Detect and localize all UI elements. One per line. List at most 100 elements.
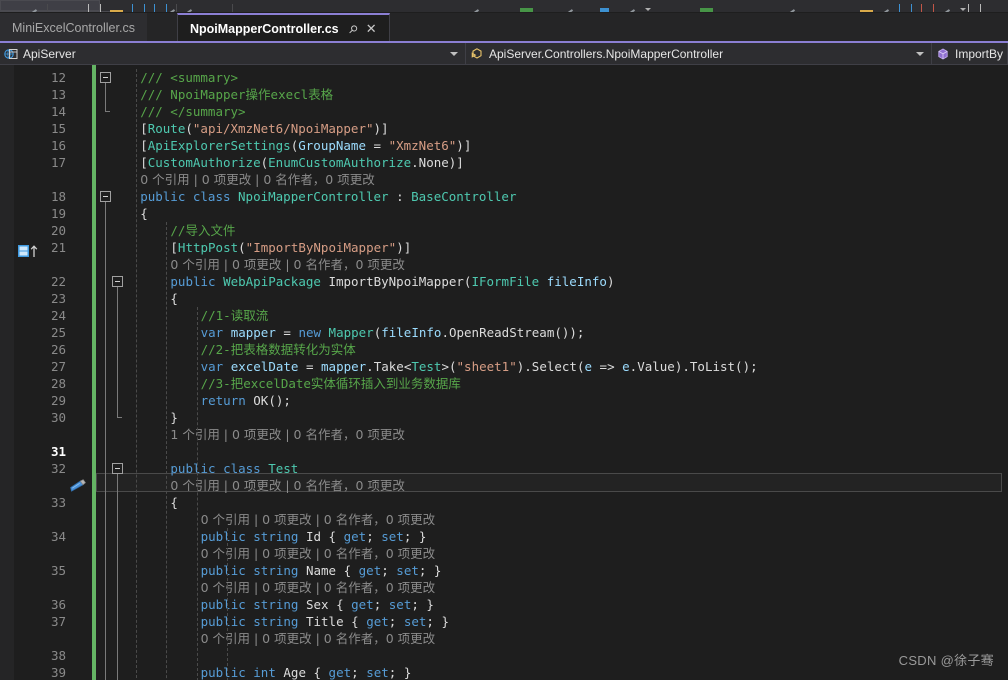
uncomment-icon[interactable] bbox=[882, 4, 890, 12]
code-text-36: public string Sex { get; set; } bbox=[200, 597, 434, 612]
codelens-36[interactable]: 0 个引用 | 0 项更改 | 0 名作者，0 项更改 bbox=[201, 579, 436, 596]
code-line[interactable]: 14 /// </summary> bbox=[0, 103, 1008, 120]
code-text-22: public WebApiPackage ImportByNpoiMapper(… bbox=[170, 274, 615, 289]
codelens-33[interactable]: 0 个引用 | 0 项更改 | 0 名作者，0 项更改 bbox=[170, 477, 405, 494]
undo-icon[interactable] bbox=[168, 4, 176, 12]
comment-icon[interactable] bbox=[860, 4, 873, 12]
fold-toggle-18[interactable] bbox=[100, 191, 111, 202]
codelens-31[interactable]: 1 个引用 | 0 项更改 | 0 名作者，0 项更改 bbox=[170, 426, 405, 443]
code-line[interactable]: 12 /// <summary> bbox=[0, 69, 1008, 86]
code-line[interactable]: 24 //1-读取流 bbox=[0, 307, 1008, 324]
open-file-icon[interactable] bbox=[132, 4, 145, 12]
toolbar-group-caret[interactable] bbox=[628, 0, 651, 12]
toolbar-group-debug[interactable] bbox=[472, 0, 480, 12]
line-number-36: 36 bbox=[50, 597, 66, 612]
code-line[interactable]: 16 [ApiExplorerSettings(GroupName = "XmzN… bbox=[0, 137, 1008, 154]
navbar-member-dropdown[interactable]: ImportBy bbox=[932, 43, 1008, 65]
toolbar-group-sep2 bbox=[232, 0, 233, 12]
code-line[interactable]: 23 { bbox=[0, 290, 1008, 307]
tab-npoi-mapper-controller[interactable]: NpoiMapperController.cs ⚲ ✕ bbox=[177, 13, 390, 43]
window-layout-icon[interactable] bbox=[968, 4, 981, 12]
navbar-project-dropdown[interactable]: ApiServer bbox=[0, 43, 466, 65]
code-line[interactable]: 21 [HttpPost("ImportByNpoiMapper")] bbox=[0, 239, 1008, 256]
code-line[interactable]: 32 public class Test bbox=[0, 460, 1008, 477]
codelens-34[interactable]: 0 个引用 | 0 项更改 | 0 名作者，0 项更改 bbox=[201, 511, 436, 528]
indent-icon[interactable] bbox=[899, 4, 912, 12]
line-number-38: 38 bbox=[50, 648, 66, 663]
main-toolbar[interactable] bbox=[0, 0, 1008, 13]
chevron-down-icon[interactable] bbox=[960, 8, 966, 11]
code-text-13: /// NpoiMapper操作execl表格 bbox=[140, 87, 334, 102]
toolbar-group-step[interactable] bbox=[566, 0, 574, 12]
code-line[interactable]: 35 public string Name { get; set; } bbox=[0, 562, 1008, 579]
toolbar-group-green2[interactable] bbox=[700, 0, 713, 12]
toolbar-group-window[interactable] bbox=[968, 0, 981, 12]
toolbar-group-navigate[interactable] bbox=[30, 0, 48, 12]
toolbar-group-misc[interactable] bbox=[788, 0, 796, 12]
save-icon[interactable] bbox=[88, 4, 101, 12]
code-editor[interactable]: 12 /// <summary> 13 /// NpoiMapper操作execl表格… bbox=[0, 65, 1008, 680]
line-number-22: 22 bbox=[50, 274, 66, 289]
indent-guide-1 bbox=[166, 222, 168, 680]
code-text-24: //1-读取流 bbox=[200, 308, 269, 323]
fold-toggle-32[interactable] bbox=[112, 463, 123, 474]
quick-actions-pen-icon[interactable] bbox=[68, 479, 86, 493]
code-text-37: public string Title { get; set; } bbox=[200, 614, 449, 629]
chevron-down-icon[interactable] bbox=[450, 52, 458, 56]
code-line[interactable]: 34 public string Id { get; set; } bbox=[0, 528, 1008, 545]
code-line[interactable]: 15 [Route("api/XmzNet6/NpoiMapper")] bbox=[0, 120, 1008, 137]
navigate-back-icon[interactable] bbox=[30, 4, 38, 12]
code-line[interactable]: 38 bbox=[0, 647, 1008, 664]
solution-config-dropdown[interactable] bbox=[0, 0, 100, 11]
toolbar-group-green[interactable] bbox=[520, 0, 533, 12]
code-line[interactable]: 33 { bbox=[0, 494, 1008, 511]
save-all-icon[interactable] bbox=[110, 4, 123, 12]
line-number-23: 23 bbox=[50, 291, 66, 306]
new-project-icon[interactable] bbox=[154, 4, 167, 12]
settings-icon[interactable] bbox=[943, 4, 951, 12]
code-line[interactable]: 22 public WebApiPackage ImportByNpoiMappe… bbox=[0, 273, 1008, 290]
code-line[interactable]: 36 public string Sex { get; set; } bbox=[0, 596, 1008, 613]
codelens-18[interactable]: 0 个引用 | 0 项更改 | 0 名作者，0 项更改 bbox=[140, 171, 375, 188]
code-line[interactable]: 26 //2-把表格数据转化为实体 bbox=[0, 341, 1008, 358]
code-line[interactable]: 25 var mapper = new Mapper(fileInfo.OpenR… bbox=[0, 324, 1008, 341]
toolbar-group-blue[interactable] bbox=[600, 0, 609, 12]
line-number-31: 31 bbox=[50, 444, 66, 459]
chevron-down-icon[interactable] bbox=[916, 52, 924, 56]
code-line[interactable]: 31 bbox=[0, 443, 1008, 460]
code-line[interactable]: 28 //3-把excelDate实体循环插入到业务数据库 bbox=[0, 375, 1008, 392]
code-line[interactable]: 18 public class NpoiMapperController : Ba… bbox=[0, 188, 1008, 205]
code-line[interactable]: 30} bbox=[0, 409, 1008, 426]
toolbar-group-edit[interactable] bbox=[168, 0, 193, 12]
indent-guide-2 bbox=[196, 307, 198, 680]
code-line[interactable]: 29 return OK(); bbox=[0, 392, 1008, 409]
codelens-22[interactable]: 0 个引用 | 0 项更改 | 0 名作者，0 项更改 bbox=[170, 256, 405, 273]
navbar-type-dropdown[interactable]: ApiServer.Controllers.NpoiMapperControll… bbox=[466, 43, 932, 65]
chevron-down-icon[interactable] bbox=[645, 8, 651, 11]
line-number-21: 21 bbox=[50, 240, 66, 255]
code-line[interactable]: 19 { bbox=[0, 205, 1008, 222]
bookmark-icon[interactable] bbox=[788, 4, 796, 12]
redo-icon[interactable] bbox=[185, 4, 193, 12]
close-icon[interactable]: ✕ bbox=[366, 21, 377, 37]
line-number-27: 27 bbox=[50, 359, 66, 374]
breakpoint-icon[interactable] bbox=[921, 4, 934, 12]
toolbar-group-misc2[interactable] bbox=[860, 0, 966, 12]
code-line[interactable]: 37 public string Title { get; set; } bbox=[0, 613, 1008, 630]
codelens-35[interactable]: 0 个引用 | 0 项更改 | 0 名作者，0 项更改 bbox=[201, 545, 436, 562]
code-line[interactable]: 17 [CustomAuthorize(EnumCustomAuthorize.N… bbox=[0, 154, 1008, 171]
step-over-icon[interactable] bbox=[566, 4, 574, 12]
code-line[interactable]: 27 var excelDate = mapper.Take<Test>("she… bbox=[0, 358, 1008, 375]
start-debug-icon[interactable] bbox=[472, 4, 480, 12]
fold-line-32 bbox=[117, 474, 118, 680]
tab-mini-excel-controller[interactable]: MiniExcelController.cs bbox=[0, 13, 147, 43]
code-line[interactable]: 13 /// NpoiMapper操作execl表格 bbox=[0, 86, 1008, 103]
codelens-38[interactable]: 0 个引用 | 0 项更改 | 0 名作者，0 项更改 bbox=[201, 630, 436, 647]
pin-icon[interactable]: ⚲ bbox=[345, 22, 360, 36]
fold-toggle-12[interactable] bbox=[100, 72, 111, 83]
step-out-icon[interactable] bbox=[628, 4, 636, 12]
fold-toggle-22[interactable] bbox=[112, 276, 123, 287]
code-line[interactable]: 20 //导入文件 bbox=[0, 222, 1008, 239]
code-line[interactable]: 39 public int Age { get; set; } bbox=[0, 664, 1008, 680]
toolbar-group-file[interactable] bbox=[88, 0, 177, 12]
